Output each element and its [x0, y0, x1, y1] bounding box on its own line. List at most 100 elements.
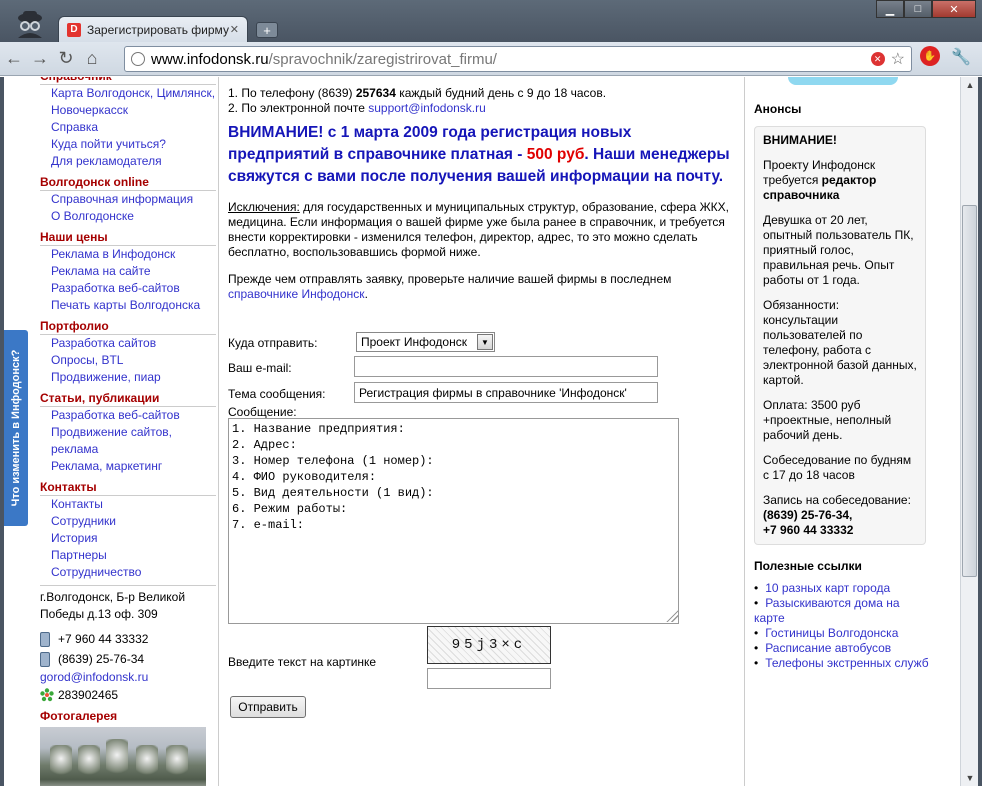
- phone-icon: [40, 651, 50, 667]
- captcha-label: Введите текст на картинке: [228, 655, 377, 669]
- site-favicon-icon: D: [67, 22, 81, 37]
- sidebar-link[interactable]: Партнеры: [40, 547, 216, 564]
- new-tab-button[interactable]: +: [256, 22, 278, 38]
- reload-icon[interactable]: ↻: [54, 47, 78, 71]
- left-sidebar: СправочникКарта Волгодонск, Цимлянск, Но…: [40, 77, 216, 786]
- scrollbar-thumb[interactable]: [962, 205, 977, 577]
- subject-field[interactable]: [354, 382, 658, 403]
- bookmark-star-icon[interactable]: ☆: [891, 49, 905, 69]
- list-item: 10 разных карт города: [754, 581, 930, 596]
- office-phone: (8639) 25-76-34: [58, 652, 145, 666]
- directory-link[interactable]: справочнике Инфодонск: [228, 287, 365, 301]
- feedback-tab[interactable]: Что изменить в Инфодонск?: [4, 330, 28, 526]
- adblock-icon[interactable]: ✋: [920, 46, 940, 66]
- sidebar-link[interactable]: Реклама, маркетинг: [40, 458, 216, 475]
- support-email-link[interactable]: support@infodonsk.ru: [368, 101, 486, 115]
- list-item: Гостиницы Волгодонска: [754, 626, 930, 641]
- list-item: Телефоны экстренных служб: [754, 656, 930, 671]
- announcement-title: ВНИМАНИЕ!: [763, 133, 837, 147]
- sidebar-link[interactable]: Сотрудничество: [40, 564, 216, 581]
- stop-icon[interactable]: ✕: [870, 52, 885, 66]
- forward-icon[interactable]: →: [28, 47, 52, 71]
- useful-link[interactable]: Гостиницы Волгодонска: [765, 626, 898, 640]
- submit-button[interactable]: Отправить: [230, 696, 306, 718]
- sidebar-link[interactable]: Карта Волгодонск, Цимлянск, Новочеркасск: [40, 85, 216, 119]
- column-divider: [744, 77, 745, 786]
- useful-link[interactable]: 10 разных карт города: [765, 581, 890, 595]
- right-sidebar: Анонсы ВНИМАНИЕ! Проекту Инфодонск требу…: [754, 77, 930, 671]
- contact-email-link[interactable]: gorod@infodonsk.ru: [40, 669, 216, 686]
- scroll-down-icon[interactable]: ▼: [961, 770, 979, 786]
- sidebar-link[interactable]: Справка: [40, 119, 216, 136]
- sidebar-section-heading[interactable]: Статьи, публикации: [40, 390, 216, 407]
- page-viewport: СправочникКарта Волгодонск, Цимлянск, Но…: [4, 77, 960, 786]
- resize-grip-icon[interactable]: [666, 610, 678, 622]
- useful-links-list: 10 разных карт городаРазыскиваются дома …: [754, 581, 930, 671]
- maximize-icon[interactable]: □: [904, 0, 932, 18]
- vertical-scrollbar[interactable]: ▲ ▼: [960, 77, 978, 786]
- message-textarea[interactable]: 1. Название предприятия: 2. Адрес: 3. Но…: [228, 418, 679, 624]
- sidebar-link[interactable]: Реклама на сайте: [40, 263, 216, 280]
- sidebar-link[interactable]: О Волгодонске: [40, 208, 216, 225]
- exceptions-paragraph: Исключения: для государственных и муници…: [228, 200, 729, 259]
- sidebar-link[interactable]: Справочная информация: [40, 191, 216, 208]
- minimize-icon[interactable]: ▁: [876, 0, 904, 18]
- warning-notice: ВНИМАНИЕ! с 1 марта 2009 года регистраци…: [228, 124, 730, 185]
- url-text[interactable]: www.infodonsk.ru/spravochnik/zaregistrir…: [151, 51, 871, 68]
- sidebar-link[interactable]: Разработка веб-сайтов: [40, 280, 216, 297]
- sidebar-link[interactable]: Разработка сайтов: [40, 335, 216, 352]
- back-icon[interactable]: ←: [2, 47, 26, 71]
- address-text: г.Волгодонск, Б-р Великой Победы д.13 оф…: [40, 585, 216, 623]
- sidebar-link[interactable]: Продвижение, пиар: [40, 369, 216, 386]
- browser-toolbar: ← → ↻ ⌂ www.infodonsk.ru/spravochnik/zar…: [0, 42, 982, 76]
- photo-gallery-heading[interactable]: Фотогалерея: [40, 708, 216, 724]
- icq-number: 283902465: [58, 688, 119, 702]
- globe-icon: [131, 52, 145, 66]
- banner-fragment[interactable]: [788, 77, 898, 85]
- sidebar-link[interactable]: Опросы, BTL: [40, 352, 216, 369]
- useful-link[interactable]: Разыскиваются дома на карте: [754, 596, 900, 625]
- sidebar-section-heading[interactable]: Портфолио: [40, 318, 216, 335]
- useful-link[interactable]: Расписание автобусов: [765, 641, 891, 655]
- announcements-heading: Анонсы: [754, 102, 802, 116]
- contact-email-line: 2. По электронной почте support@infodons…: [228, 101, 486, 115]
- main-content: 1. По телефону (8639) 257634 каждый будн…: [228, 86, 734, 718]
- announcement-box: ВНИМАНИЕ! Проекту Инфодонск требуется ре…: [754, 126, 926, 545]
- list-item: Разыскиваются дома на карте: [754, 596, 930, 626]
- browser-tab[interactable]: D Зарегистрировать фирму ✕: [58, 16, 248, 42]
- mobile-phone: +7 960 44 33332: [58, 632, 149, 646]
- address-bar[interactable]: www.infodonsk.ru/spravochnik/zaregistrir…: [124, 46, 912, 72]
- subject-label: Тема сообщения:: [228, 387, 326, 401]
- sidebar-section-heading[interactable]: Контакты: [40, 479, 216, 496]
- sidebar-link[interactable]: Сотрудники: [40, 513, 216, 530]
- sidebar-link[interactable]: Куда пойти учиться?: [40, 136, 216, 153]
- email-label: Ваш e-mail:: [228, 361, 292, 375]
- sidebar-link[interactable]: Контакты: [40, 496, 216, 513]
- sidebar-link[interactable]: Для рекламодателя: [40, 153, 216, 170]
- sidebar-link[interactable]: Продвижение сайтов, реклама: [40, 424, 216, 458]
- email-field[interactable]: [354, 356, 658, 377]
- window-close-icon[interactable]: ✕: [932, 0, 976, 18]
- chevron-down-icon[interactable]: ▼: [477, 334, 493, 350]
- captcha-image: 95j3×c: [427, 626, 551, 664]
- icq-flower-icon: [40, 688, 54, 702]
- tab-close-icon[interactable]: ✕: [230, 23, 239, 36]
- sidebar-section-heading[interactable]: Справочник: [40, 77, 216, 85]
- gallery-photo[interactable]: [40, 727, 206, 786]
- useful-link[interactable]: Телефоны экстренных служб: [765, 656, 928, 670]
- check-paragraph: Прежде чем отправлять заявку, проверьте …: [228, 272, 672, 301]
- sidebar-link[interactable]: Разработка веб-сайтов: [40, 407, 216, 424]
- captcha-input[interactable]: [427, 668, 551, 689]
- sidebar-section-heading[interactable]: Волгодонск online: [40, 174, 216, 191]
- sidebar-link[interactable]: Реклама в Инфодонск: [40, 246, 216, 263]
- scroll-up-icon[interactable]: ▲: [961, 77, 979, 93]
- sidebar-link[interactable]: Печать карты Волгодонска: [40, 297, 216, 314]
- incognito-icon: [18, 11, 42, 38]
- home-icon[interactable]: ⌂: [80, 47, 104, 71]
- useful-links-heading: Полезные ссылки: [754, 559, 862, 573]
- wrench-icon[interactable]: 🔧: [950, 46, 972, 68]
- sidebar-section-heading[interactable]: Наши цены: [40, 229, 216, 246]
- recipient-select[interactable]: Проект Инфодонск ▼: [356, 332, 495, 352]
- sidebar-link[interactable]: История: [40, 530, 216, 547]
- window-frame-right: [978, 77, 982, 786]
